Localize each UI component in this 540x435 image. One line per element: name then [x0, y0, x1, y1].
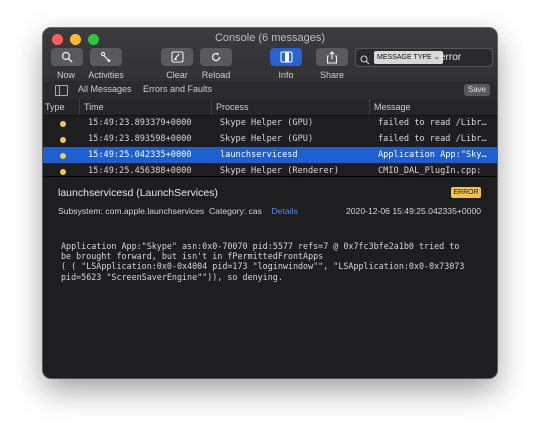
detail-title: launchservicesd (LaunchServices)	[58, 187, 218, 199]
info-icon	[270, 48, 302, 66]
reload-icon	[200, 48, 232, 66]
share-icon	[316, 48, 348, 66]
sidebar-toggle-icon[interactable]	[55, 85, 68, 96]
row-message: Application App:"Sky…	[378, 150, 487, 160]
details-link[interactable]: Details	[272, 206, 298, 216]
detail-message-line: be brought forward, but isn't in fPermit…	[61, 251, 324, 262]
column-header-message[interactable]: Message	[369, 99, 411, 115]
detail-pane: launchservicesd (LaunchServices) ERROR S…	[43, 177, 497, 378]
save-button[interactable]: Save	[464, 84, 490, 96]
table-row[interactable]: 15:49:25.456388+0000 Skype Helper (Rende…	[43, 163, 497, 175]
chevron-down-icon: ⌄	[433, 54, 440, 61]
detail-message: Application App:"Skype" asn:0x0-70070 pi…	[61, 241, 464, 282]
search-token-label: MESSAGE TYPE	[377, 54, 432, 61]
activities-button[interactable]: Activities	[87, 48, 125, 80]
table-row[interactable]: 15:49:23.893598+0000 Skype Helper (GPU) …	[43, 131, 497, 147]
error-dot-icon	[60, 169, 66, 175]
share-label: Share	[319, 70, 345, 80]
info-label: Info	[278, 70, 294, 80]
row-time: 15:49:25.456388+0000	[88, 166, 192, 175]
row-time: 15:49:25.042335+0000	[88, 150, 192, 160]
row-process: launchservicesd	[220, 150, 298, 160]
clear-icon	[161, 48, 193, 66]
table-row[interactable]: 15:49:23.893379+0000 Skype Helper (GPU) …	[43, 115, 497, 131]
search-icon	[360, 52, 370, 70]
detail-category: Category: cas	[208, 206, 262, 216]
detail-message-line: ( ( "LSApplication:0x0-0x4004 pid=173 "l…	[61, 261, 465, 272]
detail-message-line: Application App:"Skype" asn:0x0-70070 pi…	[61, 241, 460, 251]
row-message: CMIO_DAL_PlugIn.cpp:	[378, 166, 482, 175]
column-header-type[interactable]: Type	[45, 102, 65, 112]
table-header: Type Time Process Message	[43, 99, 497, 116]
row-message: failed to read /Libr…	[378, 118, 487, 128]
table-row-selected[interactable]: 15:49:25.042335+0000 launchservicesd App…	[43, 147, 497, 163]
row-message: failed to read /Libr…	[378, 134, 487, 144]
toolbar: Console (6 messages) Now Activities Clea…	[43, 28, 497, 82]
detail-timestamp: 2020-12-06 15:49:25.042335+0000	[346, 206, 481, 216]
clear-button[interactable]: Clear	[161, 48, 193, 80]
filter-bar: All Messages Errors and Faults Save	[43, 81, 497, 100]
filter-all-messages[interactable]: All Messages	[78, 84, 132, 94]
reload-button[interactable]: Reload	[200, 48, 232, 80]
message-list: 15:49:23.893379+0000 Skype Helper (GPU) …	[43, 115, 497, 175]
reload-label: Reload	[201, 70, 231, 80]
now-label: Now	[56, 70, 75, 80]
search-input-value[interactable]: error	[440, 51, 461, 64]
column-header-process[interactable]: Process	[211, 99, 249, 115]
detail-subsystem: Subsystem: com.apple.launchservices	[58, 206, 205, 216]
error-dot-icon	[60, 137, 66, 143]
share-button[interactable]: Share	[316, 48, 348, 80]
row-process: Skype Helper (GPU)	[220, 134, 314, 144]
error-dot-icon	[60, 153, 66, 159]
row-time: 15:49:23.893379+0000	[88, 118, 192, 128]
console-window: Console (6 messages) Now Activities Clea…	[43, 28, 497, 378]
row-process: Skype Helper (Renderer)	[220, 166, 339, 175]
activities-icon	[90, 48, 122, 66]
activities-label: Activities	[88, 70, 124, 80]
column-header-time[interactable]: Time	[79, 99, 104, 115]
window-title: Console (6 messages)	[214, 32, 326, 44]
search-field[interactable]: MESSAGE TYPE ⌄ error	[355, 48, 493, 67]
filter-errors-and-faults[interactable]: Errors and Faults	[143, 84, 212, 94]
error-dot-icon	[60, 121, 66, 127]
search-token-message-type[interactable]: MESSAGE TYPE ⌄	[374, 51, 443, 64]
clear-label: Clear	[166, 70, 188, 80]
row-time: 15:49:23.893598+0000	[88, 134, 192, 144]
error-badge: ERROR	[451, 187, 481, 198]
info-button[interactable]: Info	[270, 48, 302, 80]
detail-meta: Subsystem: com.apple.launchservices Cate…	[58, 206, 298, 216]
detail-message-line: pid=5623 "ScreenSaverEngine"")), so deny…	[61, 271, 283, 282]
now-button[interactable]: Now	[51, 48, 83, 80]
crosshair-icon	[51, 48, 83, 66]
row-process: Skype Helper (GPU)	[220, 118, 314, 128]
